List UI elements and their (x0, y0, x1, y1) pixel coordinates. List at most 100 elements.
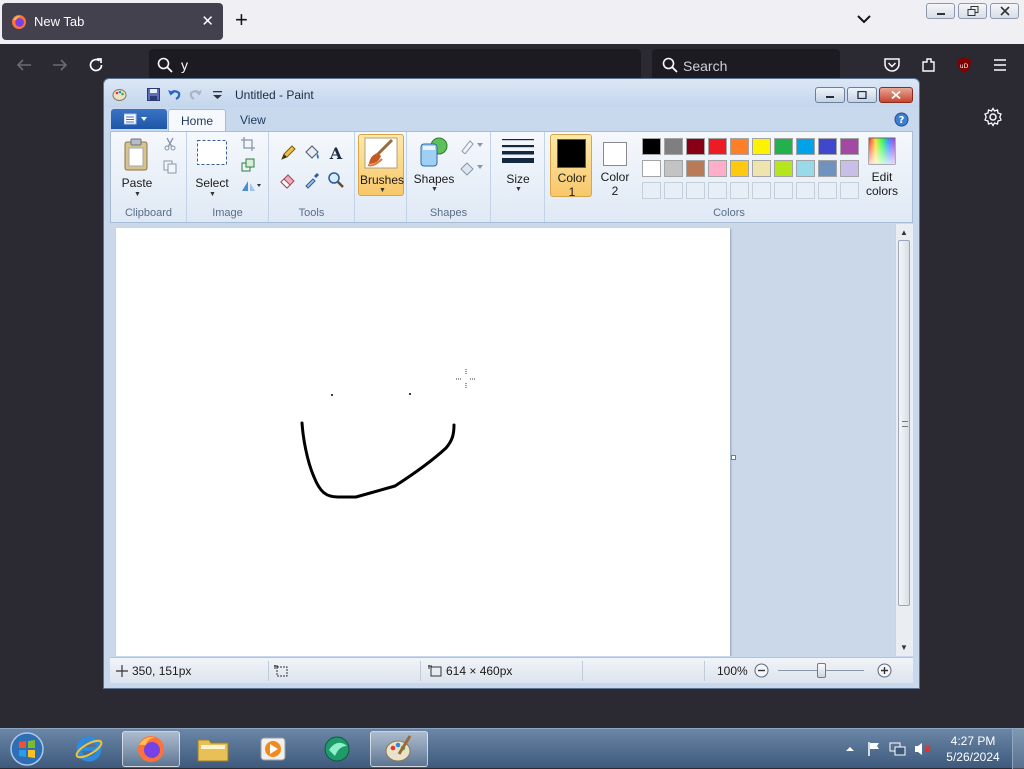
drawing-canvas[interactable] (116, 228, 730, 656)
menu-icon[interactable] (991, 56, 1009, 74)
rotate-icon[interactable] (241, 179, 261, 193)
palette-color-swatch[interactable] (642, 160, 661, 177)
palette-color-swatch[interactable] (840, 138, 859, 155)
minimize-paint-button[interactable] (815, 87, 845, 103)
outline-icon[interactable] (459, 138, 485, 154)
palette-color-swatch[interactable] (752, 138, 771, 155)
palette-color-swatch[interactable] (642, 138, 661, 155)
vertical-scrollbar[interactable]: ▲ ▼ (895, 224, 913, 656)
forward-icon[interactable] (51, 56, 69, 74)
palette-color-swatch[interactable] (664, 138, 683, 155)
close-browser-button[interactable] (990, 3, 1019, 19)
select-button[interactable]: Select ▼ (191, 136, 233, 198)
browser-tab-new-tab[interactable]: New Tab ✕ (2, 3, 223, 40)
show-desktop-button[interactable] (1012, 729, 1024, 769)
cut-icon[interactable] (163, 137, 177, 151)
clock[interactable]: 4:27 PM 5/26/2024 (940, 733, 1006, 765)
scroll-up-icon[interactable]: ▲ (900, 228, 908, 237)
eraser-tool[interactable] (277, 169, 297, 189)
palette-color-swatch[interactable] (686, 160, 705, 177)
brushes-button[interactable]: Brushes ▼ (358, 134, 404, 196)
palette-color-swatch[interactable] (774, 160, 793, 177)
tab-view[interactable]: View (228, 109, 278, 131)
close-tab-icon[interactable]: ✕ (201, 12, 214, 30)
extensions-icon[interactable] (920, 56, 938, 74)
customize-quick-access-icon[interactable] (210, 87, 225, 102)
color-picker-tool[interactable] (301, 169, 321, 189)
taskbar-app-green[interactable] (308, 731, 366, 767)
save-icon[interactable] (146, 87, 161, 102)
palette-custom-slot[interactable] (774, 182, 793, 199)
taskbar-media-player[interactable] (244, 731, 302, 767)
palette-custom-slot[interactable] (708, 182, 727, 199)
taskbar-internet-explorer[interactable] (60, 731, 118, 767)
taskbar-firefox[interactable] (122, 731, 180, 767)
crop-icon[interactable] (241, 137, 255, 151)
canvas-resize-handle[interactable] (731, 455, 736, 460)
copy-icon[interactable] (163, 160, 177, 174)
palette-custom-slot[interactable] (818, 182, 837, 199)
color2-button[interactable]: Color 2 (594, 134, 636, 198)
palette-color-swatch[interactable] (664, 160, 683, 177)
chevron-down-icon[interactable] (856, 11, 872, 27)
undo-icon[interactable] (167, 87, 182, 102)
resize-icon[interactable] (241, 158, 255, 172)
palette-color-swatch[interactable] (752, 160, 771, 177)
volume-muted-icon[interactable] (914, 741, 932, 757)
network-icon[interactable] (889, 741, 907, 757)
zoom-in-icon[interactable] (877, 663, 892, 678)
palette-color-swatch[interactable] (686, 138, 705, 155)
palette-custom-slot[interactable] (686, 182, 705, 199)
search-bar[interactable]: Search (652, 49, 840, 81)
ublock-origin-icon[interactable]: uD (955, 56, 973, 74)
palette-color-swatch[interactable] (840, 160, 859, 177)
taskbar-file-explorer[interactable] (184, 731, 242, 767)
reload-icon[interactable] (87, 56, 105, 74)
magnifier-tool[interactable] (325, 169, 345, 189)
help-icon[interactable]: ? (894, 112, 909, 127)
palette-custom-slot[interactable] (840, 182, 859, 199)
scroll-down-icon[interactable]: ▼ (900, 643, 908, 652)
scrollbar-thumb[interactable] (898, 240, 910, 606)
maximize-paint-button[interactable] (847, 87, 877, 103)
zoom-out-icon[interactable] (754, 663, 769, 678)
palette-custom-slot[interactable] (796, 182, 815, 199)
palette-color-swatch[interactable] (796, 160, 815, 177)
new-tab-button[interactable]: + (235, 9, 248, 31)
close-paint-button[interactable] (879, 87, 913, 103)
taskbar-paint[interactable] (370, 731, 428, 767)
palette-color-swatch[interactable] (818, 160, 837, 177)
fill-tool[interactable] (301, 142, 321, 162)
color1-button[interactable]: Color 1 (550, 134, 592, 199)
palette-color-swatch[interactable] (730, 160, 749, 177)
start-button[interactable] (0, 731, 54, 767)
fill-icon[interactable] (459, 160, 485, 176)
pocket-icon[interactable] (883, 56, 901, 74)
edit-colors-button[interactable]: Edit colors (859, 134, 905, 198)
zoom-slider[interactable] (778, 663, 864, 678)
palette-color-swatch[interactable] (708, 160, 727, 177)
minimize-browser-button[interactable] (926, 3, 955, 19)
text-tool[interactable]: A (325, 142, 345, 162)
palette-custom-slot[interactable] (752, 182, 771, 199)
url-bar[interactable]: y (149, 49, 641, 81)
palette-custom-slot[interactable] (664, 182, 683, 199)
tab-home[interactable]: Home (168, 109, 227, 131)
size-button[interactable]: Size ▼ (495, 134, 541, 196)
palette-color-swatch[interactable] (818, 138, 837, 155)
palette-custom-slot[interactable] (730, 182, 749, 199)
palette-custom-slot[interactable] (642, 182, 661, 199)
palette-color-swatch[interactable] (796, 138, 815, 155)
paste-button[interactable]: Paste ▼ (117, 136, 157, 198)
search-placeholder[interactable]: Search (683, 58, 727, 74)
palette-color-swatch[interactable] (708, 138, 727, 155)
palette-color-swatch[interactable] (730, 138, 749, 155)
gear-icon[interactable] (983, 107, 1003, 127)
restore-browser-button[interactable] (958, 3, 987, 19)
url-input-value[interactable]: y (181, 57, 188, 73)
shapes-button[interactable]: Shapes ▼ (411, 134, 457, 196)
zoom-slider-thumb[interactable] (817, 663, 826, 678)
action-center-flag-icon[interactable] (866, 741, 882, 757)
back-icon[interactable] (15, 56, 33, 74)
paint-app-icon[interactable] (112, 87, 127, 102)
